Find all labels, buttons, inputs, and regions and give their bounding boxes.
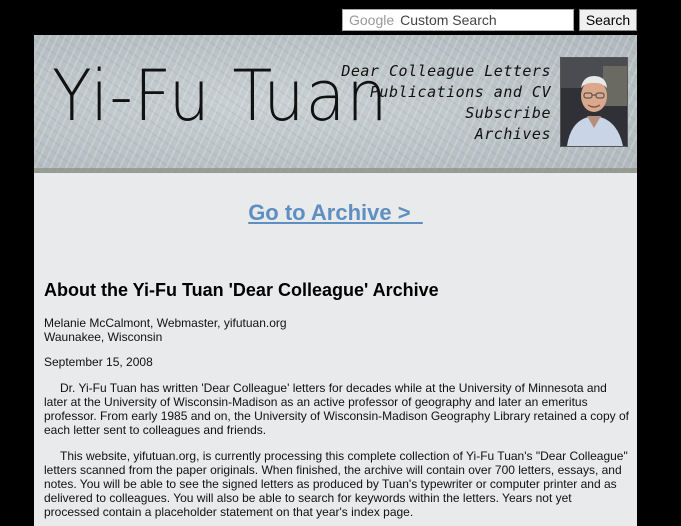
intro-paragraph-2: This website, yifutuan.org, is currently… — [44, 449, 628, 519]
portrait-image — [561, 58, 627, 146]
nav-link-dear-colleague-letters[interactable]: Dear Colleague Letters — [341, 61, 551, 82]
nav-link-publications-and-cv[interactable]: Publications and CV — [341, 82, 551, 103]
author-portrait — [560, 57, 628, 147]
author-line: Melanie McCalmont, Webmaster, yifutuan.o… — [44, 316, 287, 330]
go-to-archive-link[interactable]: Go to Archive > — [34, 200, 637, 226]
intro-paragraph-1: Dr. Yi-Fu Tuan has written 'Dear Colleag… — [44, 381, 629, 437]
header-nav: Dear Colleague Letters Publications and … — [341, 61, 551, 145]
google-logo: Google — [349, 12, 395, 28]
site-title[interactable]: Yi-Fu Tuan — [52, 55, 388, 137]
nav-link-subscribe[interactable]: Subscribe — [341, 103, 551, 124]
author-location: Waunakee, Wisconsin — [44, 330, 163, 344]
search-input[interactable]: Google Custom Search — [342, 9, 574, 31]
nav-link-archives[interactable]: Archives — [341, 124, 551, 145]
header-banner: Yi-Fu Tuan Dear Colleague Letters Public… — [34, 35, 637, 172]
search-placeholder: Custom Search — [400, 12, 497, 28]
main-content: Go to Archive > About the Yi-Fu Tuan 'De… — [34, 172, 637, 526]
page-heading: About the Yi-Fu Tuan 'Dear Colleague' Ar… — [44, 280, 439, 300]
post-date: September 15, 2008 — [44, 355, 153, 369]
search-button[interactable]: Search — [579, 9, 637, 31]
